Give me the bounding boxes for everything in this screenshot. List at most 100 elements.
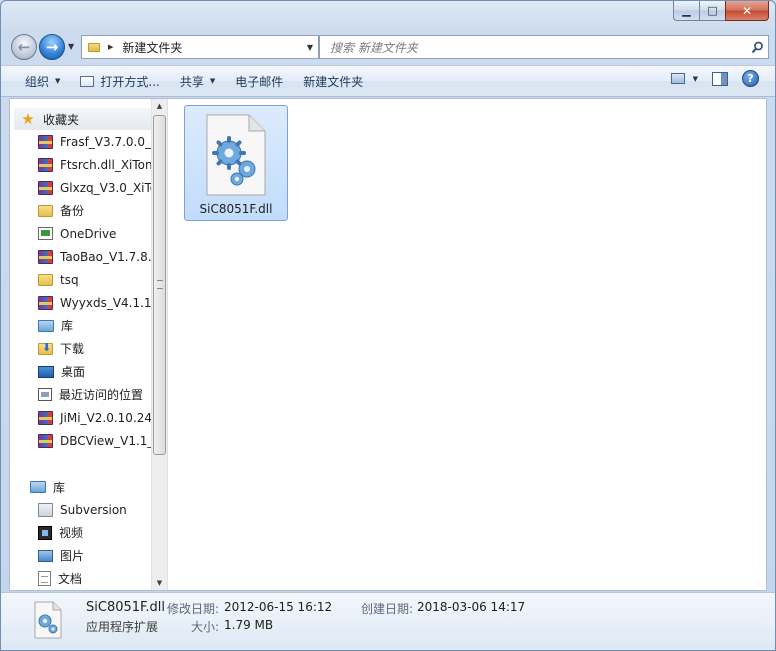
sidebar-item[interactable]: Wyyxds_V4.1.1. bbox=[38, 292, 151, 313]
forward-button[interactable]: → bbox=[39, 34, 65, 60]
size-label: 大小: bbox=[191, 620, 220, 634]
onedrive-icon bbox=[38, 227, 53, 240]
caption-buttons: ▁ □ ✕ bbox=[673, 1, 769, 21]
modified-date-value: 2012-06-15 16:12 bbox=[224, 600, 333, 614]
sidebar-item-label: 下载 bbox=[60, 342, 85, 356]
video-icon bbox=[38, 525, 52, 540]
favorites-header[interactable]: ★ 收藏夹 bbox=[14, 108, 152, 130]
sidebar-item[interactable]: 桌面 bbox=[38, 361, 151, 382]
rar-archive-icon bbox=[38, 249, 53, 264]
library-icon bbox=[38, 319, 54, 332]
sidebar-item[interactable]: DBCView_V1.1_ bbox=[38, 430, 151, 451]
search-box[interactable]: 搜索 新建文件夹 bbox=[319, 35, 769, 59]
open-with-icon bbox=[80, 75, 95, 87]
created-date-label: 创建日期: bbox=[361, 602, 414, 616]
file-list: SiC8051F.dll bbox=[168, 99, 766, 590]
change-view-button[interactable]: ▼ bbox=[670, 73, 698, 84]
organize-label: 组织 bbox=[25, 74, 50, 89]
help-icon[interactable]: ? bbox=[742, 70, 759, 87]
subversion-icon bbox=[38, 502, 53, 517]
size-value: 1.79 MB bbox=[224, 618, 274, 632]
share-button[interactable]: 共享 ▼ bbox=[170, 69, 225, 93]
sidebar-item[interactable]: Ftsrch.dll_XiTon bbox=[38, 154, 151, 175]
chevron-down-icon: ▼ bbox=[209, 77, 216, 85]
folder-icon bbox=[38, 204, 53, 217]
file-item[interactable]: SiC8051F.dll bbox=[184, 105, 288, 221]
scroll-down-icon[interactable]: ▼ bbox=[152, 576, 167, 590]
chevron-down-icon: ▼ bbox=[55, 77, 61, 85]
rar-archive-icon bbox=[38, 295, 53, 310]
sidebar-item-label: Frasf_V3.7.0.0_X bbox=[60, 134, 151, 149]
sidebar-item-label: tsq bbox=[60, 272, 79, 287]
details-pane: SiC8051F.dll 应用程序扩展 修改日期: 2012-06-15 16:… bbox=[1, 592, 775, 650]
scrollbar-thumb[interactable] bbox=[153, 115, 166, 455]
navigation-pane: ★ 收藏夹 Frasf_V3.7.0.0_X Ftsrch.dll_XiTon … bbox=[10, 99, 167, 590]
sidebar-item-label: 桌面 bbox=[61, 365, 86, 379]
back-arrow-icon: ← bbox=[17, 38, 31, 56]
recent-pages-dropdown[interactable]: ▼ bbox=[68, 42, 74, 51]
file-name-label: SiC8051F.dll bbox=[199, 202, 273, 216]
minimize-icon: ▁ bbox=[682, 4, 691, 17]
sidebar-item-label: 视频 bbox=[59, 526, 84, 540]
sidebar-item-label: Glxzq_V3.0_XiTo bbox=[60, 180, 151, 195]
minimize-button[interactable]: ▁ bbox=[673, 1, 699, 21]
address-bar[interactable]: ▶ 新建文件夹 ▼ bbox=[81, 35, 319, 59]
sidebar-item[interactable]: TaoBao_V1.7.8. bbox=[38, 246, 151, 267]
detail-file-type: 应用程序扩展 bbox=[86, 620, 159, 634]
preview-pane-icon[interactable] bbox=[712, 71, 728, 86]
content-area: ★ 收藏夹 Frasf_V3.7.0.0_X Ftsrch.dll_XiTon … bbox=[9, 98, 767, 591]
sidebar-item[interactable]: JiMi_V2.0.10.24_ bbox=[38, 407, 151, 428]
sidebar-item-label: OneDrive bbox=[60, 226, 117, 241]
scroll-up-icon[interactable]: ▲ bbox=[152, 99, 167, 113]
sidebar-item-label: JiMi_V2.0.10.24_ bbox=[60, 410, 151, 425]
search-icon[interactable] bbox=[746, 41, 768, 54]
libraries-header[interactable]: 库 bbox=[14, 476, 152, 498]
view-icon bbox=[670, 73, 685, 84]
sidebar-item-label: 文档 bbox=[58, 572, 83, 586]
rar-archive-icon bbox=[38, 180, 53, 195]
favorites-label: 收藏夹 bbox=[43, 112, 80, 127]
back-button[interactable]: ← bbox=[11, 34, 37, 60]
sidebar-item[interactable]: OneDrive bbox=[38, 223, 151, 244]
sidebar-item-label: 库 bbox=[61, 319, 74, 333]
open-with-button[interactable]: 打开方式... bbox=[70, 69, 169, 93]
breadcrumb-current-folder[interactable]: 新建文件夹 bbox=[122, 39, 302, 56]
new-folder-label: 新建文件夹 bbox=[303, 74, 364, 89]
share-label: 共享 bbox=[179, 74, 204, 89]
pictures-icon bbox=[38, 549, 53, 562]
sidebar-item[interactable]: 图片 bbox=[38, 545, 151, 566]
maximize-icon: □ bbox=[707, 4, 718, 17]
sidebar-item-label: Ftsrch.dll_XiTon bbox=[60, 157, 151, 172]
sidebar-item[interactable]: 最近访问的位置 bbox=[38, 384, 151, 405]
close-button[interactable]: ✕ bbox=[725, 1, 769, 21]
sidebar-item[interactable]: Subversion bbox=[38, 499, 151, 520]
rar-archive-icon bbox=[38, 410, 53, 425]
modified-date-label: 修改日期: bbox=[167, 602, 220, 616]
sidebar-item[interactable]: 文档 bbox=[38, 568, 151, 589]
sidebar-scrollbar[interactable]: ▲ ▼ bbox=[151, 99, 167, 590]
dll-file-icon bbox=[206, 114, 266, 196]
sidebar-item-label: TaoBao_V1.7.8. bbox=[60, 249, 151, 264]
address-dropdown-icon[interactable]: ▼ bbox=[302, 43, 318, 52]
organize-button[interactable]: 组织 ▼ bbox=[15, 69, 70, 93]
sidebar-item[interactable]: 备份 bbox=[38, 200, 151, 221]
search-input[interactable]: 搜索 新建文件夹 bbox=[330, 39, 746, 56]
chevron-down-icon: ▼ bbox=[692, 74, 698, 83]
email-button[interactable]: 电子邮件 bbox=[225, 69, 293, 93]
sidebar-item[interactable]: 库 bbox=[38, 315, 151, 336]
open-with-label: 打开方式... bbox=[100, 74, 160, 89]
forward-arrow-icon: → bbox=[45, 38, 59, 56]
sidebar-item-label: DBCView_V1.1_ bbox=[60, 433, 151, 448]
new-folder-button[interactable]: 新建文件夹 bbox=[293, 69, 373, 93]
sidebar-item[interactable]: 下载 bbox=[38, 338, 151, 359]
sidebar-item-label: Subversion bbox=[60, 502, 127, 517]
sidebar-item[interactable]: 视频 bbox=[38, 522, 151, 543]
breadcrumb-separator-icon[interactable]: ▶ bbox=[108, 43, 113, 51]
library-icon bbox=[30, 481, 46, 493]
toolbar-right-group: ▼ ? bbox=[670, 70, 759, 87]
sidebar-item[interactable]: Glxzq_V3.0_XiTo bbox=[38, 177, 151, 198]
sidebar-item[interactable]: Frasf_V3.7.0.0_X bbox=[38, 131, 151, 152]
email-label: 电子邮件 bbox=[235, 74, 284, 89]
sidebar-item[interactable]: tsq bbox=[38, 269, 151, 290]
maximize-button[interactable]: □ bbox=[699, 1, 725, 21]
